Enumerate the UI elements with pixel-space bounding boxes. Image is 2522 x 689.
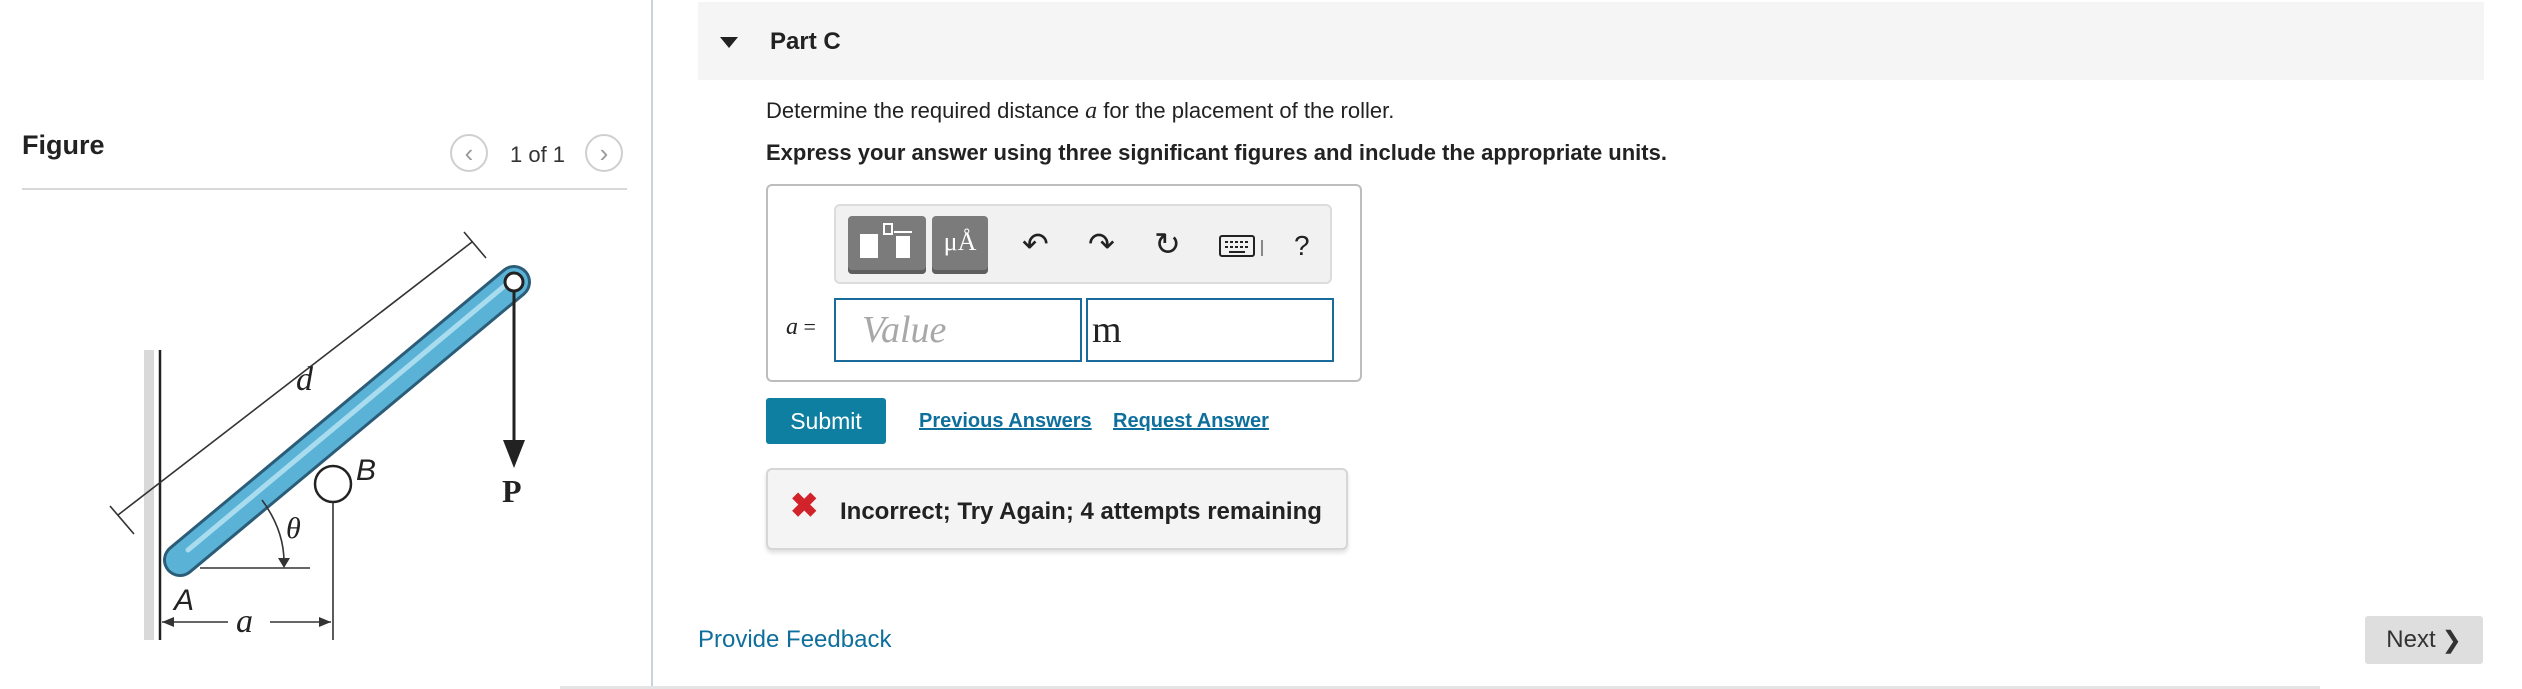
answer-box: μÅ ↶ ↷ ↻ ? a = — [766, 184, 1362, 382]
angle-arrowhead — [278, 558, 290, 568]
x-icon: ✖ — [790, 487, 819, 525]
label-a-point: A — [172, 584, 194, 617]
submit-button[interactable]: Submit — [766, 398, 886, 444]
chevron-right-icon: ❯ — [2441, 626, 2462, 654]
question-prefix: Determine the required distance — [766, 98, 1086, 123]
provide-feedback-link[interactable]: Provide Feedback — [698, 626, 891, 654]
part-header[interactable]: Part C — [698, 2, 2484, 80]
unit-input[interactable] — [1086, 298, 1334, 362]
answer-equals: = — [798, 314, 816, 339]
undo-icon[interactable]: ↶ — [1022, 228, 1049, 260]
next-figure-button[interactable]: › — [585, 134, 623, 172]
next-button[interactable]: Next ❯ — [2365, 616, 2483, 664]
keyboard-glyph — [1219, 235, 1263, 257]
chevron-right-icon: › — [599, 138, 609, 168]
label-p: P — [502, 473, 522, 509]
bar-highlight — [185, 280, 511, 553]
panel-divider[interactable] — [651, 0, 653, 689]
units-button[interactable]: μÅ — [932, 216, 988, 274]
label-a-distance: a — [236, 603, 253, 640]
math-toolbar: μÅ ↶ ↷ ↻ ? — [834, 204, 1332, 284]
question-variable: a — [1085, 98, 1098, 124]
question-text: Determine the required distance a for th… — [766, 98, 1394, 125]
figure-pager: 1 of 1 — [510, 142, 566, 167]
help-icon[interactable]: ? — [1294, 230, 1310, 262]
chevron-left-icon: ‹ — [464, 138, 474, 168]
roller-b — [313, 464, 353, 504]
dimension-a-arrow-left — [162, 617, 174, 627]
templates-icon — [860, 223, 912, 258]
part-title: Part C — [770, 28, 841, 55]
bar-pin — [503, 271, 525, 293]
feedback-message: Incorrect; Try Again; 4 attempts remaini… — [840, 498, 1322, 525]
figure-title: Figure — [22, 130, 105, 160]
reset-icon[interactable]: ↻ — [1154, 228, 1181, 260]
answer-variable-label: a = — [786, 314, 816, 341]
answer-variable: a — [786, 314, 798, 340]
redo-icon[interactable]: ↷ — [1088, 228, 1115, 260]
feedback-box: ✖ Incorrect; Try Again; 4 attempts remai… — [766, 468, 1348, 550]
bar — [166, 268, 528, 574]
previous-figure-button[interactable]: ‹ — [450, 134, 488, 172]
figure-divider — [22, 188, 627, 190]
wall-hatch — [144, 350, 154, 640]
label-theta: θ — [286, 512, 301, 545]
label-b: B — [356, 454, 376, 487]
dimension-a-arrow-right — [319, 617, 331, 627]
request-answer-link[interactable]: Request Answer — [1113, 410, 1269, 433]
dimension-d-tick-left — [109, 505, 135, 535]
label-d: d — [296, 361, 314, 398]
value-input[interactable] — [834, 298, 1082, 362]
templates-button[interactable] — [848, 216, 926, 274]
keyboard-icon[interactable] — [1218, 232, 1266, 265]
next-label: Next — [2386, 626, 2436, 653]
force-p-arrowhead — [503, 440, 525, 468]
previous-answers-link[interactable]: Previous Answers — [919, 410, 1092, 433]
question-suffix: for the placement of the roller. — [1097, 98, 1395, 123]
caret-down-icon[interactable] — [720, 37, 738, 48]
units-icon: μÅ — [943, 227, 977, 256]
figure-diagram: d P B θ A a — [109, 231, 531, 640]
answer-instruction: Express your answer using three signific… — [766, 140, 1667, 165]
